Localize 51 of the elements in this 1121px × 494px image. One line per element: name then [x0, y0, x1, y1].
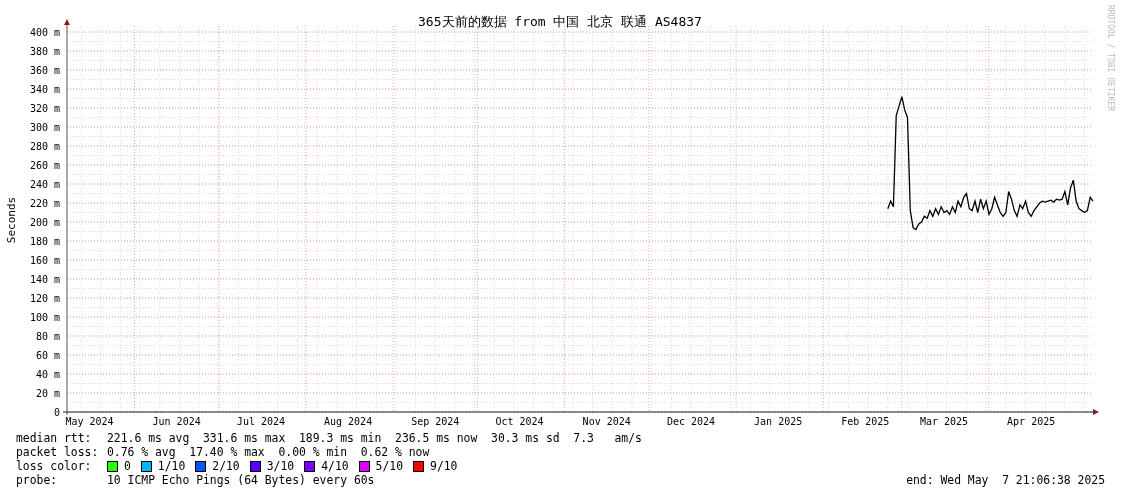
y-tick-label: 360 m — [29, 64, 60, 76]
legend-item-label: 1/10 — [157, 459, 186, 473]
stat-label: median rtt: — [16, 431, 93, 445]
y-tick-label: 300 m — [29, 121, 60, 133]
y-tick-label: 120 m — [29, 292, 60, 304]
x-tick-label: Jun 2024 — [152, 416, 201, 427]
y-tick-label: 0 — [53, 406, 60, 418]
stat-label: packet loss: — [16, 445, 100, 459]
x-tick-label: Sep 2024 — [411, 416, 460, 427]
y-tick-label: 200 m — [29, 216, 60, 228]
legend-item-label: 4/10 — [321, 459, 349, 473]
credit-text: RRDTOOL / TOBI OETIKER — [1106, 5, 1115, 111]
stat-values: 221.6 ms avg 331.6 ms max 189.3 ms min 236.5 ms now 30.3 ms sd 7.3 am/s — [107, 431, 642, 445]
x-tick-label: Dec 2024 — [666, 416, 716, 427]
x-tick-label: Apr 2025 — [1007, 416, 1056, 427]
y-tick-label: 340 m — [29, 83, 60, 95]
y-tick-label: 40 m — [35, 368, 60, 380]
y-tick-label: 160 m — [29, 254, 60, 266]
x-tick-label: Nov 2024 — [582, 416, 631, 427]
x-tick-label: May 2024 — [65, 416, 114, 427]
x-tick-label: Jan 2025 — [754, 416, 803, 427]
y-tick-label: 280 m — [29, 140, 60, 152]
y-tick-label: 180 m — [29, 235, 60, 247]
chart-title: 365天前的数据 from 中国 北京 联通 AS4837 — [418, 14, 702, 29]
x-tick-label: Mar 2025 — [919, 416, 969, 427]
y-tick-label: 20 m — [35, 387, 60, 399]
legend-item-label: 0 — [124, 459, 131, 473]
legend-item-label: 5/10 — [375, 459, 404, 473]
y-tick-label: 400 m — [29, 26, 60, 38]
y-tick-label: 220 m — [29, 197, 60, 209]
probe-text: 10 ICMP Echo Pings (64 Bytes) every 60s — [107, 473, 375, 487]
y-tick-label: 80 m — [35, 330, 60, 342]
legend-item-label: 9/10 — [430, 459, 458, 473]
legend-item-label: 2/10 — [212, 459, 240, 473]
end-time: end: Wed May 7 21:06:38 2025 — [906, 473, 1105, 487]
stat-values: 0.76 % avg 17.40 % max 0.00 % min 0.62 % now — [107, 445, 430, 459]
x-tick-label: Aug 2024 — [324, 416, 373, 427]
y-tick-label: 240 m — [29, 178, 60, 190]
y-tick-label: 60 m — [35, 349, 60, 361]
legend-item-label: 3/10 — [266, 459, 295, 473]
probe-label: probe: — [16, 473, 59, 487]
y-axis-title: Seconds — [5, 196, 18, 244]
x-tick-label: Feb 2025 — [841, 416, 890, 427]
x-tick-label: Jul 2024 — [236, 416, 286, 427]
y-tick-label: 260 m — [29, 159, 60, 171]
y-tick-label: 320 m — [29, 102, 60, 114]
x-tick-label: Oct 2024 — [495, 416, 544, 427]
legend-label: loss color: — [16, 459, 93, 473]
y-tick-label: 100 m — [29, 311, 60, 323]
y-tick-label: 140 m — [29, 273, 60, 285]
y-tick-label: 380 m — [29, 45, 60, 57]
